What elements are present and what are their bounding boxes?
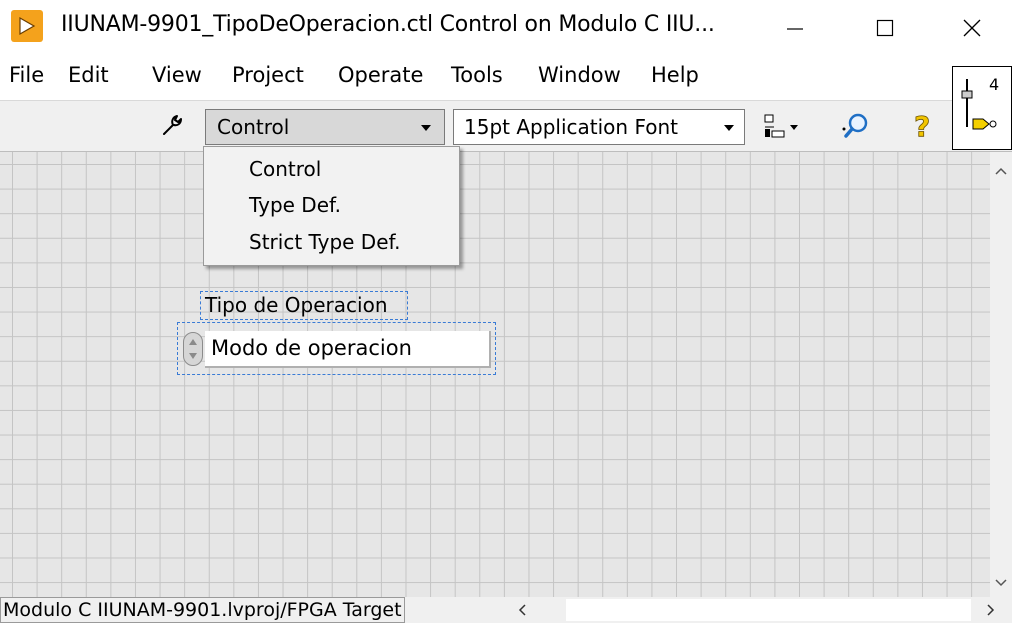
chevron-right-icon (987, 604, 995, 616)
chevron-down-icon (724, 125, 734, 131)
context-help-button[interactable]: ? (911, 109, 939, 144)
maximize-button[interactable] (845, 0, 925, 56)
enum-value-display[interactable]: Modo de operacion (205, 331, 491, 368)
title-bar: IIUNAM-9901_TipoDeOperacion.ctl Control … (0, 0, 1012, 56)
slider-icon (961, 79, 997, 130)
control-type-value: Control (217, 115, 290, 139)
menu-bar: File Edit View Project Operate Tools Win… (0, 56, 1012, 100)
chevron-down-icon (421, 125, 431, 131)
align-objects-button[interactable] (762, 111, 802, 143)
scrollbar-thumb[interactable] (566, 599, 971, 621)
close-icon (963, 19, 981, 37)
labview-control-icon[interactable] (11, 10, 43, 42)
svg-text:?: ? (914, 110, 930, 143)
scroll-left-button[interactable] (511, 597, 533, 623)
scroll-right-button[interactable] (980, 597, 1002, 623)
menu-help[interactable]: Help (651, 63, 699, 87)
wrench-icon (163, 115, 182, 135)
project-path-label: Modulo C IIUNAM-9901.lvproj/FPGA Target (0, 597, 405, 623)
menu-file[interactable]: File (9, 63, 44, 87)
maximize-icon (876, 19, 894, 37)
vertical-scrollbar[interactable] (990, 152, 1012, 597)
dropdown-item-strict-type-def[interactable]: Strict Type Def. (249, 230, 400, 254)
menu-edit[interactable]: Edit (68, 63, 109, 87)
control-label[interactable]: Tipo de Operacion (200, 291, 408, 320)
close-button[interactable] (932, 0, 1012, 56)
minimize-icon (787, 28, 803, 30)
vi-icon[interactable]: 4 (952, 66, 1012, 150)
chevron-up-icon (995, 167, 1007, 175)
menu-view[interactable]: View (152, 63, 202, 87)
control-type-select[interactable]: Control (205, 109, 445, 145)
dropdown-item-control[interactable]: Control (249, 157, 321, 181)
menu-window[interactable]: Window (538, 63, 621, 87)
minimize-button[interactable] (755, 0, 835, 56)
align-objects-icon (764, 114, 798, 138)
chevron-down-icon (995, 579, 1007, 587)
menu-tools[interactable]: Tools (451, 63, 503, 87)
increment-decrement-button[interactable] (183, 332, 203, 366)
toolbar: Control 15pt Application Font ? (0, 100, 1012, 152)
dropdown-item-type-def[interactable]: Type Def. (249, 193, 341, 217)
enum-value: Modo de operacion (211, 336, 412, 360)
control-type-dropdown: Control Type Def. Strict Type Def. (203, 146, 460, 266)
font-value: 15pt Application Font (464, 115, 678, 139)
zoom-icon (842, 113, 868, 138)
context-help-icon: ? (914, 110, 931, 144)
window-title: IIUNAM-9901_TipoDeOperacion.ctl Control … (61, 12, 715, 37)
up-down-arrows-icon (189, 339, 197, 359)
font-select[interactable]: 15pt Application Font (453, 109, 745, 145)
menu-operate[interactable]: Operate (338, 63, 423, 87)
menu-project[interactable]: Project (232, 63, 304, 87)
enum-control[interactable]: Modo de operacion (177, 322, 496, 375)
zoom-button[interactable] (840, 109, 878, 143)
scroll-down-button[interactable] (990, 572, 1012, 594)
scroll-up-button[interactable] (990, 160, 1012, 182)
chevron-left-icon (518, 604, 526, 616)
horizontal-scrollbar[interactable]: Modulo C IIUNAM-9901.lvproj/FPGA Target (0, 597, 1012, 623)
